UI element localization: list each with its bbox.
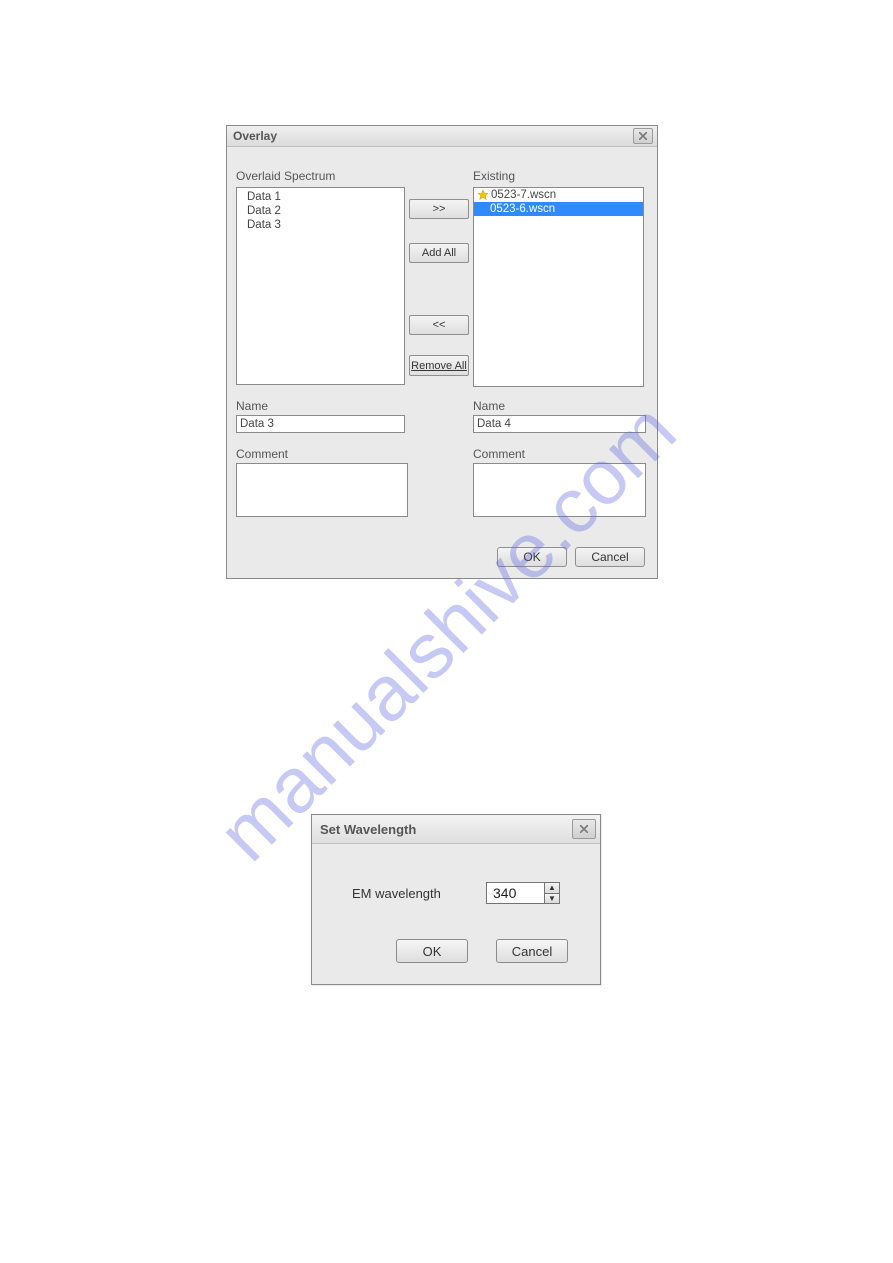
list-item[interactable]: Data 1 bbox=[247, 190, 394, 204]
add-all-button[interactable]: Add All bbox=[409, 243, 469, 263]
name-label-left: Name bbox=[236, 399, 268, 413]
overlay-dialog: Overlay Overlaid Spectrum Existing Data … bbox=[226, 125, 658, 579]
em-wavelength-label: EM wavelength bbox=[352, 886, 441, 901]
close-icon[interactable] bbox=[633, 128, 653, 144]
list-item[interactable]: Data 3 bbox=[247, 218, 394, 232]
wavelength-titlebar: Set Wavelength bbox=[312, 815, 600, 844]
overlay-title: Overlay bbox=[233, 129, 633, 143]
em-wavelength-spinner[interactable]: ▲ ▼ bbox=[486, 882, 560, 904]
wavelength-title: Set Wavelength bbox=[320, 822, 572, 837]
overlaid-spectrum-list[interactable]: Data 1 Data 2 Data 3 bbox=[236, 187, 405, 385]
list-item[interactable]: 0523-6.wscn bbox=[474, 202, 643, 216]
list-item[interactable]: Data 2 bbox=[247, 204, 394, 218]
spinner-up-icon[interactable]: ▲ bbox=[544, 882, 560, 893]
list-item[interactable]: 0523-7.wscn bbox=[474, 188, 643, 202]
name-input-left[interactable] bbox=[236, 415, 405, 433]
em-wavelength-input[interactable] bbox=[486, 882, 544, 904]
list-item-label: 0523-7.wscn bbox=[491, 188, 556, 202]
ok-button[interactable]: OK bbox=[497, 547, 567, 567]
name-label-right: Name bbox=[473, 399, 505, 413]
comment-label-right: Comment bbox=[473, 447, 525, 461]
close-icon[interactable] bbox=[572, 819, 596, 839]
remove-button[interactable]: << bbox=[409, 315, 469, 335]
remove-all-button[interactable]: Remove All bbox=[409, 355, 469, 376]
ok-button[interactable]: OK bbox=[396, 939, 468, 963]
comment-label-left: Comment bbox=[236, 447, 288, 461]
comment-input-left[interactable] bbox=[236, 463, 408, 517]
existing-list[interactable]: 0523-7.wscn 0523-6.wscn bbox=[473, 187, 644, 387]
list-item-label: 0523-6.wscn bbox=[490, 202, 555, 216]
add-button[interactable]: >> bbox=[409, 199, 469, 219]
set-wavelength-dialog: Set Wavelength EM wavelength ▲ ▼ OK Canc… bbox=[311, 814, 601, 985]
cancel-button[interactable]: Cancel bbox=[496, 939, 568, 963]
existing-label: Existing bbox=[473, 169, 515, 183]
spinner-down-icon[interactable]: ▼ bbox=[544, 893, 560, 905]
name-input-right[interactable] bbox=[473, 415, 646, 433]
cancel-button[interactable]: Cancel bbox=[575, 547, 645, 567]
comment-input-right[interactable] bbox=[473, 463, 646, 517]
overlaid-spectrum-label: Overlaid Spectrum bbox=[236, 169, 335, 183]
overlay-titlebar: Overlay bbox=[227, 126, 657, 147]
star-icon bbox=[476, 188, 490, 202]
